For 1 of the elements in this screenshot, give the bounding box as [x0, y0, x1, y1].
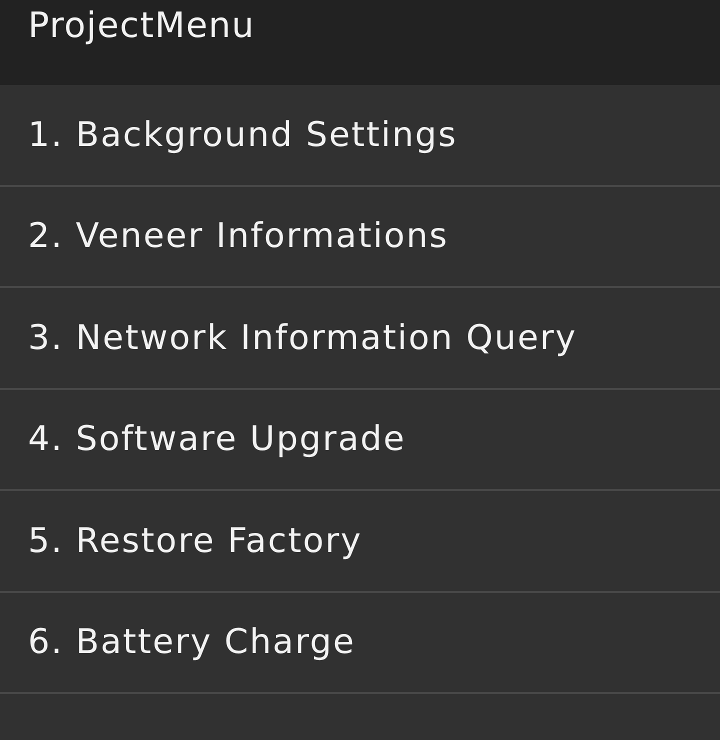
- screen-title: ProjectMenu: [28, 5, 255, 44]
